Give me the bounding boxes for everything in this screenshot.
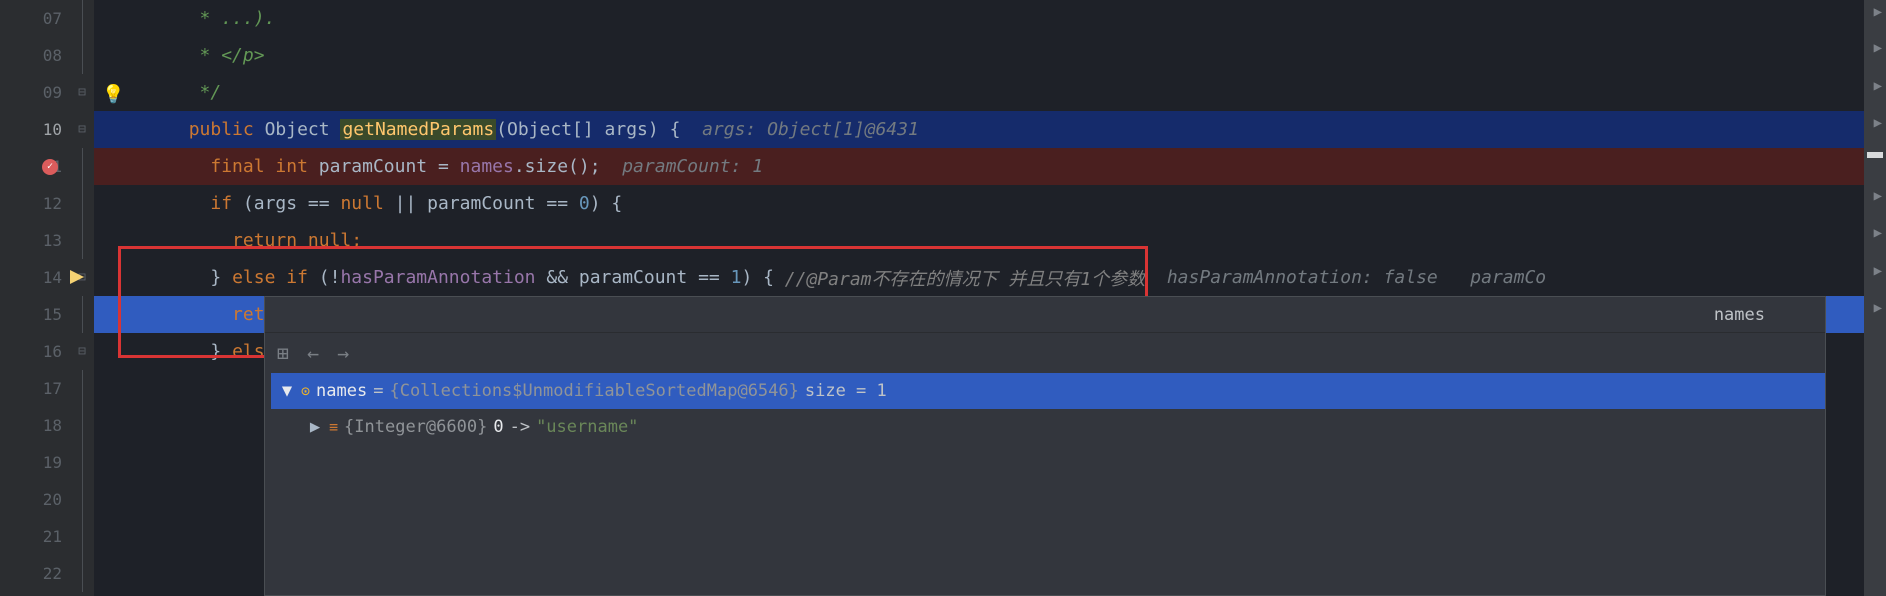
code-line-breakpoint[interactable]: final int paramCount = names.size(); par… — [94, 148, 1864, 185]
debug-evaluate-popup[interactable]: names ⊞ ← → ▼ ⊙ names = {Collections$Unm… — [264, 296, 1826, 596]
call: .size(); — [514, 156, 601, 177]
code-line[interactable]: 💡 */ — [94, 74, 1864, 111]
chevron-right-icon[interactable]: ▶ — [307, 417, 323, 437]
signature: (Object[] args) { — [496, 119, 680, 140]
code-area[interactable]: * ...). * </p> 💡 */ public Object getNam… — [94, 0, 1864, 596]
line-number[interactable]: 17 — [0, 370, 70, 407]
line-number-gutter: 07 08 09 10 11 12 13 14 15 16 17 18 19 2… — [0, 0, 70, 596]
inline-debug-hint: args: Object[1]@6431 — [680, 119, 918, 140]
marker-icon[interactable]: ▶ — [1874, 300, 1882, 316]
keyword: return — [232, 230, 297, 251]
fold-line — [70, 296, 94, 333]
line-number[interactable]: 21 — [0, 518, 70, 555]
inline-debug-hint: hasParamAnnotation: false paramCo — [1145, 267, 1546, 288]
type: Object — [265, 119, 330, 140]
code-line[interactable]: * </p> — [94, 37, 1864, 74]
line-number[interactable]: 13 — [0, 222, 70, 259]
line-number[interactable]: 20 — [0, 481, 70, 518]
fold-toggle-icon[interactable] — [70, 74, 94, 111]
javadoc-comment: * </p> — [200, 45, 265, 66]
method-name: getNamedParams — [340, 119, 496, 140]
code-line[interactable]: } else if (!hasParamAnnotation && paramC… — [94, 259, 1864, 296]
popup-title: names — [265, 297, 1825, 333]
fold-line — [70, 37, 94, 74]
line-number[interactable]: 09 — [0, 74, 70, 111]
fold-toggle-icon[interactable] — [70, 111, 94, 148]
variable-type: {Integer@6600} — [344, 417, 487, 437]
line-number[interactable]: 12 — [0, 185, 70, 222]
history-forward-icon[interactable]: → — [337, 341, 349, 365]
keyword: int — [275, 156, 308, 177]
marker-icon[interactable]: ▶ — [1874, 188, 1882, 204]
marker-icon[interactable]: ▶ — [1874, 40, 1882, 56]
fold-line — [70, 518, 94, 555]
breakpoint-icon[interactable] — [42, 159, 58, 175]
chevron-down-icon[interactable]: ▼ — [279, 381, 295, 401]
fold-line — [70, 222, 94, 259]
fold-line — [70, 407, 94, 444]
line-number[interactable]: 19 — [0, 444, 70, 481]
map-entry-icon: ≡ — [329, 418, 338, 436]
code-editor: 07 08 09 10 11 12 13 14 15 16 17 18 19 2… — [0, 0, 1886, 596]
javadoc-comment: */ — [200, 82, 222, 103]
debug-toolbar: ⊞ ← → — [265, 333, 1825, 373]
fold-line — [70, 555, 94, 592]
fold-line — [70, 185, 94, 222]
marker-icon[interactable]: ▶ — [1874, 4, 1882, 20]
layout-icon[interactable]: ⊞ — [277, 341, 289, 365]
watch-icon: ⊙ — [301, 382, 310, 400]
code-line[interactable]: return null; — [94, 222, 1864, 259]
marker-icon[interactable] — [1867, 152, 1883, 158]
variables-tree[interactable]: ▼ ⊙ names = {Collections$UnmodifiableSor… — [265, 373, 1825, 595]
line-number[interactable]: 14 — [0, 259, 70, 296]
code-line[interactable]: if (args == null || paramCount == 0) { — [94, 185, 1864, 222]
code-line-frame[interactable]: public Object getNamedParams(Object[] ar… — [94, 111, 1864, 148]
keyword: final — [210, 156, 264, 177]
identifier: paramCount = — [319, 156, 460, 177]
line-number[interactable]: 16 — [0, 333, 70, 370]
line-number[interactable]: 07 — [0, 0, 70, 37]
fold-line — [70, 370, 94, 407]
variable-name: names — [316, 381, 367, 401]
keyword: if — [210, 193, 232, 214]
javadoc-comment: * ...). — [200, 8, 276, 29]
line-comment: //@Param不存在的情况下 并且只有1个参数 — [785, 265, 1145, 291]
variable-type: {Collections$UnmodifiableSortedMap@6546} — [389, 381, 798, 401]
tree-node-child[interactable]: ▶ ≡ {Integer@6600} 0 -> "username" — [271, 409, 1825, 445]
line-number[interactable]: 15 — [0, 296, 70, 333]
map-key: 0 — [493, 417, 503, 437]
fold-gutter — [70, 0, 94, 596]
tree-node-root[interactable]: ▼ ⊙ names = {Collections$UnmodifiableSor… — [271, 373, 1825, 409]
keyword: public — [189, 119, 254, 140]
line-number[interactable]: 18 — [0, 407, 70, 444]
line-number[interactable]: 11 — [0, 148, 70, 185]
variable-extra: size = 1 — [805, 381, 887, 401]
fold-toggle-icon[interactable] — [70, 333, 94, 370]
intention-bulb-icon[interactable]: 💡 — [102, 84, 120, 102]
line-number[interactable]: 10 — [0, 111, 70, 148]
map-value: "username" — [536, 417, 638, 437]
fold-line — [70, 481, 94, 518]
field-ref: names — [460, 156, 514, 177]
error-stripe[interactable]: ▶ ▶ ▶ ▶ ▶ ▶ ▶ ▶ — [1864, 0, 1886, 596]
fold-line — [70, 148, 94, 185]
history-back-icon[interactable]: ← — [307, 341, 319, 365]
line-number[interactable]: 22 — [0, 555, 70, 592]
line-number[interactable]: 08 — [0, 37, 70, 74]
inline-debug-hint: paramCount: 1 — [601, 156, 764, 177]
keyword: else if — [232, 267, 308, 288]
marker-icon[interactable]: ▶ — [1874, 225, 1882, 241]
fold-line — [70, 0, 94, 37]
marker-icon[interactable]: ▶ — [1874, 78, 1882, 94]
marker-icon[interactable]: ▶ — [1874, 263, 1882, 279]
code-line[interactable]: * ...). — [94, 0, 1864, 37]
fold-line — [70, 444, 94, 481]
field-ref: hasParamAnnotation — [340, 267, 535, 288]
marker-icon[interactable]: ▶ — [1874, 115, 1882, 131]
